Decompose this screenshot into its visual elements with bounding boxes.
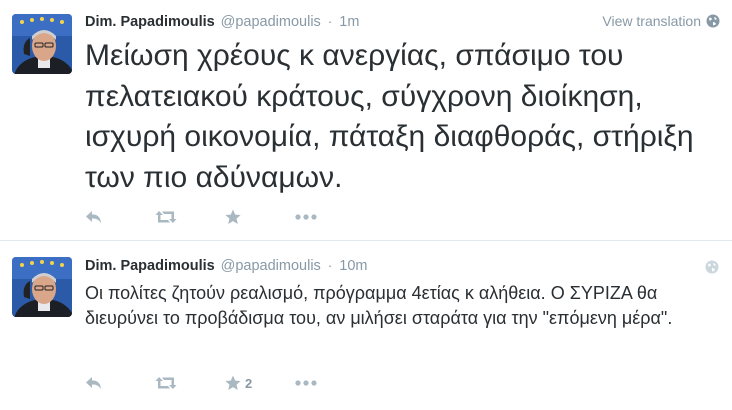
tweet[interactable]: Dim. Papadimoulis @papadimoulis · 10m Οι… bbox=[0, 241, 732, 410]
tweet-actions: 2 bbox=[85, 373, 365, 393]
tweet-timestamp[interactable]: 1m bbox=[339, 14, 359, 30]
more-icon bbox=[295, 380, 317, 386]
view-translation-link[interactable]: View translation bbox=[602, 13, 720, 29]
view-translation-label: View translation bbox=[602, 13, 701, 29]
more-button[interactable] bbox=[295, 373, 365, 393]
author-name[interactable]: Dim. Papadimoulis bbox=[85, 14, 215, 30]
tweet-header: Dim. Papadimoulis @papadimoulis · 1m bbox=[85, 13, 359, 30]
tweet-text: Μείωση χρέους κ ανεργίας, σπάσιμο του πε… bbox=[85, 39, 694, 194]
reply-icon bbox=[86, 377, 101, 389]
star-icon bbox=[225, 209, 241, 224]
tweet-text: Οι πολίτες ζητούν ρεαλισμό, πρόγραμμα 4ε… bbox=[85, 283, 673, 328]
author-name[interactable]: Dim. Papadimoulis bbox=[85, 258, 215, 274]
globe-icon bbox=[706, 14, 720, 28]
tweet[interactable]: Dim. Papadimoulis @papadimoulis · 1m Vie… bbox=[0, 0, 732, 240]
favorites-count: 2 bbox=[245, 375, 253, 391]
star-icon bbox=[225, 375, 241, 390]
favorite-button[interactable] bbox=[225, 207, 295, 227]
tweet-header: Dim. Papadimoulis @papadimoulis · 10m bbox=[85, 257, 367, 274]
separator: · bbox=[327, 257, 333, 273]
reply-button[interactable] bbox=[85, 373, 155, 393]
retweet-button[interactable] bbox=[155, 373, 225, 393]
retweet-button[interactable] bbox=[155, 207, 225, 227]
retweet-icon bbox=[155, 211, 177, 223]
more-button[interactable] bbox=[295, 207, 365, 227]
globe-icon[interactable] bbox=[705, 260, 719, 274]
separator: · bbox=[327, 13, 333, 29]
reply-icon bbox=[86, 211, 101, 223]
favorite-button[interactable]: 2 bbox=[225, 373, 295, 393]
avatar[interactable] bbox=[12, 257, 72, 317]
more-icon bbox=[295, 214, 317, 220]
tweet-actions bbox=[85, 207, 365, 227]
author-handle[interactable]: @papadimoulis bbox=[221, 14, 321, 30]
reply-button[interactable] bbox=[85, 207, 155, 227]
retweet-icon bbox=[155, 377, 177, 389]
tweet-timestamp[interactable]: 10m bbox=[339, 258, 367, 274]
author-handle[interactable]: @papadimoulis bbox=[221, 258, 321, 274]
avatar[interactable] bbox=[12, 14, 72, 74]
